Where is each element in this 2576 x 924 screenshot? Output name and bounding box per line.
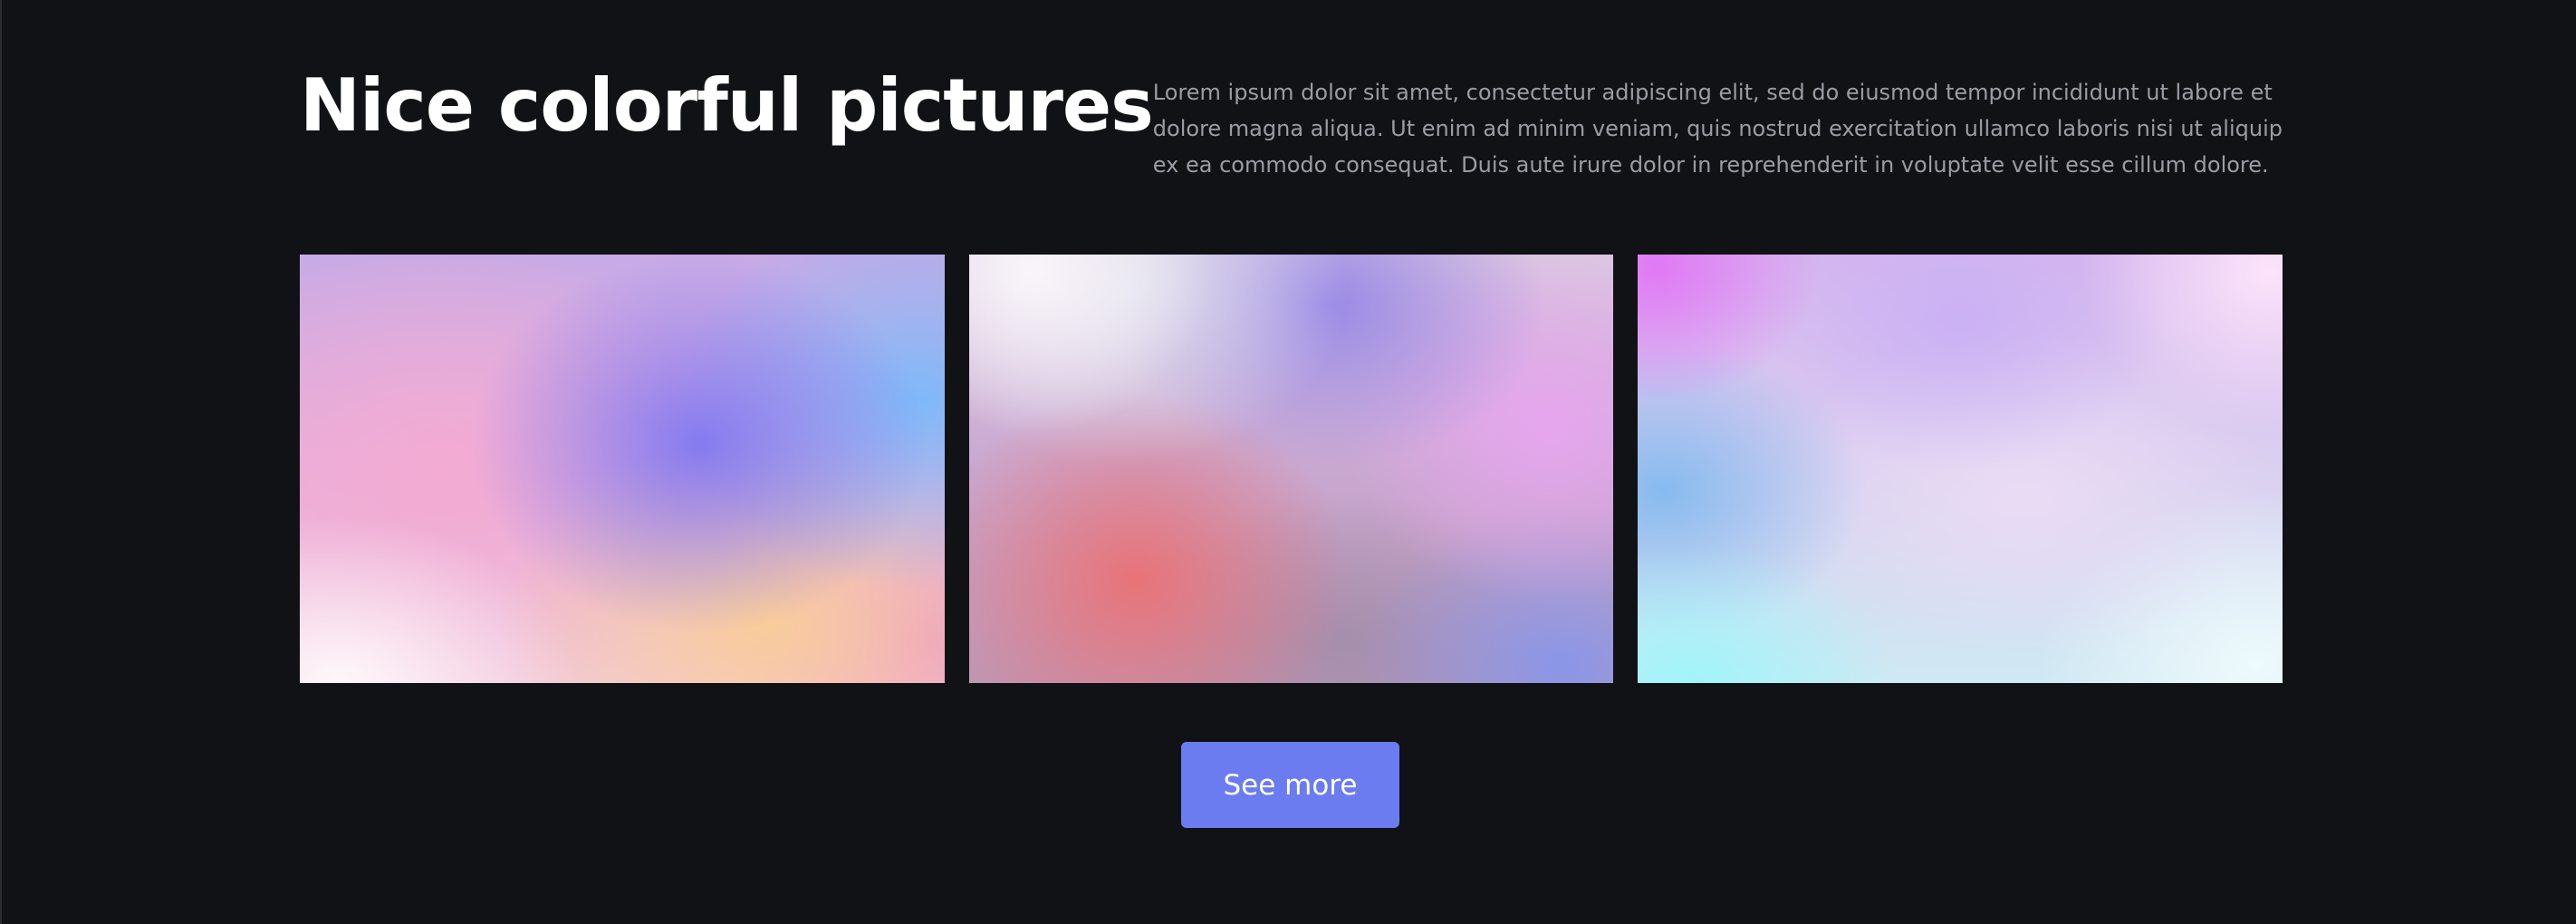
section-header: Nice colorful pictures Lorem ipsum dolor… xyxy=(300,56,2283,183)
gallery-image-2[interactable] xyxy=(968,255,1614,683)
page-edge-divider xyxy=(0,0,2,924)
see-more-button[interactable]: See more xyxy=(1181,742,1399,828)
page-title: Nice colorful pictures xyxy=(300,63,1154,148)
gallery-image-3[interactable] xyxy=(1638,255,2283,683)
image-gallery xyxy=(300,255,2283,683)
gallery-image-1[interactable] xyxy=(300,255,945,683)
intro-description: Lorem ipsum dolor sit amet, consectetur … xyxy=(1152,80,2283,178)
